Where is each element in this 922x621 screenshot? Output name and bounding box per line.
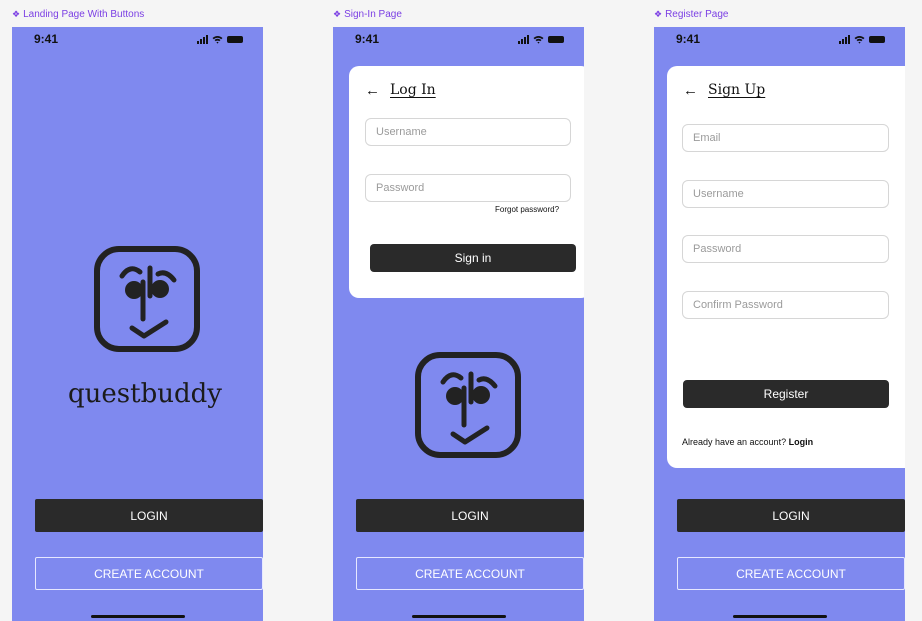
landing-screen: 9:41 questbuddy LOGIN CREATE ACCOUNT [12, 27, 263, 621]
status-time: 9:41 [355, 32, 380, 46]
confirm-password-field[interactable] [682, 291, 889, 319]
diamond-icon: ❖ [333, 9, 342, 19]
diamond-icon: ❖ [654, 9, 663, 19]
battery-icon [869, 35, 885, 43]
register-card: ← Sign Up Register Already have an accou… [667, 66, 905, 468]
username-field[interactable] [682, 180, 889, 208]
frame-label-text: Landing Page With Buttons [23, 9, 145, 20]
email-field[interactable] [682, 124, 889, 152]
back-arrow-icon[interactable]: ← [365, 83, 380, 98]
password-field[interactable] [682, 235, 889, 263]
forgot-password-link[interactable]: Forgot password? [495, 205, 559, 214]
signin-screen: 9:41 ← Log In Forgot password? Sign in L… [333, 27, 584, 621]
create-account-button[interactable]: CREATE ACCOUNT [356, 557, 584, 590]
home-indicator [91, 615, 185, 618]
signal-icon [197, 34, 208, 44]
password-field[interactable] [365, 174, 571, 202]
system-icons [197, 34, 243, 44]
already-have-account-text: Already have an account? [682, 437, 787, 447]
questbuddy-logo-icon [94, 246, 200, 352]
status-bar: 9:41 [12, 27, 263, 51]
wifi-icon [533, 35, 544, 44]
battery-icon [227, 35, 243, 43]
create-account-button[interactable]: CREATE ACCOUNT [677, 557, 905, 590]
frame-label-signin[interactable]: ❖ Sign-In Page [333, 9, 402, 20]
status-bar: 9:41 [333, 27, 584, 51]
username-field[interactable] [365, 118, 571, 146]
system-icons [839, 34, 885, 44]
back-arrow-icon[interactable]: ← [683, 83, 698, 98]
status-time: 9:41 [676, 32, 701, 46]
frame-label-text: Sign-In Page [344, 9, 402, 20]
frame-label-text: Register Page [665, 9, 729, 20]
login-card: ← Log In Forgot password? Sign in [349, 66, 584, 298]
diamond-icon: ❖ [12, 9, 21, 19]
login-button[interactable]: LOGIN [677, 499, 905, 532]
card-header: ← Sign Up [683, 82, 765, 98]
system-icons [518, 34, 564, 44]
login-button[interactable]: LOGIN [356, 499, 584, 532]
register-button[interactable]: Register [683, 380, 889, 408]
signal-icon [839, 34, 850, 44]
battery-icon [548, 35, 564, 43]
frame-label-register[interactable]: ❖ Register Page [654, 9, 728, 20]
signal-icon [518, 34, 529, 44]
login-button[interactable]: LOGIN [35, 499, 263, 532]
card-header: ← Log In [365, 82, 436, 98]
brand-wordmark: questbuddy [68, 379, 222, 409]
status-bar: 9:41 [654, 27, 905, 51]
register-screen: 9:41 ← Sign Up Register Already have an … [654, 27, 905, 621]
already-have-account: Already have an account? Login [682, 437, 813, 447]
questbuddy-logo-icon [415, 352, 521, 458]
register-title: Sign Up [708, 82, 766, 98]
wifi-icon [212, 35, 223, 44]
sign-in-button[interactable]: Sign in [370, 244, 576, 272]
status-time: 9:41 [34, 32, 59, 46]
wifi-icon [854, 35, 865, 44]
create-account-button[interactable]: CREATE ACCOUNT [35, 557, 263, 590]
login-title: Log In [390, 82, 436, 98]
login-link[interactable]: Login [789, 437, 814, 447]
home-indicator [412, 615, 506, 618]
frame-label-landing[interactable]: ❖ Landing Page With Buttons [12, 9, 144, 20]
home-indicator [733, 615, 827, 618]
